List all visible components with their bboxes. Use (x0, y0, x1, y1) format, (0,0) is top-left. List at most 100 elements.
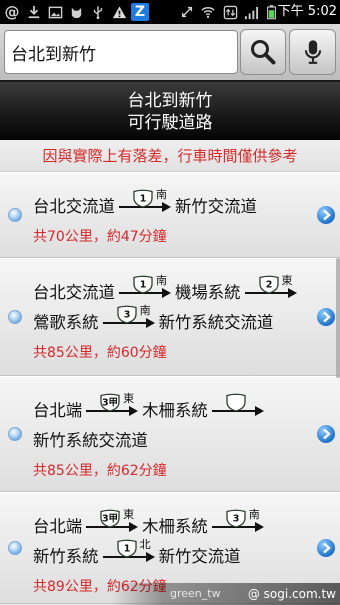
status-bar: @ Z 下午 5:02 (0, 0, 340, 24)
warning-icon (110, 3, 128, 21)
scrollbar-thumb[interactable] (336, 258, 340, 378)
road-number: 2 (265, 280, 272, 291)
road-direction: 南 (155, 188, 167, 201)
chevron-right-icon[interactable] (317, 539, 335, 557)
route-summary: 共85公里，約60分鐘 (33, 345, 167, 361)
search-bar (0, 24, 340, 82)
route-item[interactable]: 台北交流道 1 南 新竹交流道 共70公里，約47分鐘 (0, 172, 340, 258)
sync-icon (178, 3, 196, 21)
route-item[interactable]: 台北端 3甲 東 木柵系統 新竹系統交流道 共85公里，約62分鐘 (0, 376, 340, 492)
arrow-head-icon (129, 406, 139, 416)
disclaimer-notice: 因與實際上有落差，行車時間僅供參考 (0, 140, 340, 172)
road-segment: 1 北 (102, 538, 155, 568)
road-segment: 1 南 (118, 274, 171, 304)
road-direction: 東 (123, 508, 135, 521)
highway-shield-icon: 1 (133, 275, 153, 294)
chevron-right-icon[interactable] (317, 425, 335, 443)
highway-shield-icon: 3 (226, 509, 246, 528)
chevron-right-icon[interactable] (317, 308, 335, 326)
route-item[interactable]: 台北交流道 1 南 機場系統 2 東 鶯歌系統 3 南 新竹系統交流道 共85公… (0, 258, 340, 376)
page-header: 台北到新竹 可行駛道路 (0, 82, 340, 140)
clock-time: 下午 5:02 (277, 4, 337, 19)
route-place: 新竹系統交流道 (33, 431, 148, 450)
chevron-right-icon[interactable] (317, 206, 335, 224)
road-segment: 3 南 (102, 304, 155, 334)
route-row: 新竹系統 1 北 新竹交流道 (33, 538, 311, 568)
road-segment: 3甲 東 (86, 508, 139, 538)
arrow-head-icon (161, 288, 171, 298)
watermark-site: @ sogi.com.tw (247, 587, 336, 601)
arrow-head-icon (145, 318, 155, 328)
arrow-head-icon (161, 202, 171, 212)
magnifier-icon (251, 40, 276, 65)
arrow-head-icon (145, 552, 155, 562)
route-place: 新竹交流道 (174, 197, 257, 216)
watermark-author: green_tw (170, 587, 221, 600)
route-place: 台北端 (33, 517, 83, 536)
arrow-head-icon (254, 406, 264, 416)
arrow-head-icon (129, 522, 139, 532)
route-content: 台北交流道 1 南 機場系統 2 東 鶯歌系統 3 南 新竹系統交流道 共85公… (33, 274, 311, 364)
cat-icon (67, 3, 85, 21)
route-place: 木柵系統 (142, 401, 208, 420)
highway-shield-icon: 2 (258, 275, 279, 294)
highway-shield-icon: 1 (116, 539, 137, 558)
microphone-icon (304, 40, 321, 64)
at-icon: @ (4, 3, 20, 21)
route-row: 鶯歌系統 3 南 新竹系統交流道 (33, 304, 311, 334)
route-place: 新竹系統 (33, 547, 99, 566)
z-app-icon: Z (131, 3, 149, 21)
highway-shield-icon: 3甲 (100, 393, 120, 412)
route-summary: 共85公里，約62分鐘 (33, 463, 167, 479)
road-number: 1 (140, 194, 147, 205)
route-bullet-icon (8, 541, 22, 555)
route-row: 台北端 3甲 東 木柵系統 3 南 (33, 508, 311, 538)
road-number: 3甲 (102, 514, 118, 525)
route-row: 新竹系統交流道 (33, 422, 311, 452)
route-bullet-icon (8, 310, 22, 324)
route-place: 台北交流道 (33, 283, 115, 302)
arrow-head-icon (254, 522, 264, 532)
road-direction: 南 (155, 274, 167, 287)
route-row: 台北交流道 1 南 新竹交流道 (33, 188, 311, 218)
road-direction: 南 (139, 304, 151, 317)
voice-search-button[interactable] (289, 29, 336, 75)
road-number: 3 (123, 310, 130, 321)
highway-shield-icon: 3甲 (100, 509, 120, 528)
route-place: 新竹交流道 (158, 547, 241, 566)
road-segment: 3 南 (211, 508, 264, 538)
watermark: green_tw @ sogi.com.tw (112, 583, 340, 605)
page-subtitle: 可行駛道路 (127, 113, 213, 133)
route-place: 台北端 (33, 401, 83, 420)
highway-shield-icon (226, 393, 246, 412)
usb-icon (89, 3, 107, 21)
road-number: 3甲 (102, 398, 118, 409)
route-bullet-icon (8, 427, 22, 441)
signal-icon (242, 3, 260, 21)
road-segment (211, 392, 264, 422)
page-title: 台北到新竹 (127, 91, 213, 111)
wifi-icon (199, 3, 217, 21)
arrow-head-icon (287, 288, 297, 298)
search-button[interactable] (240, 29, 286, 75)
route-place: 鶯歌系統 (33, 313, 99, 332)
route-place: 新竹系統交流道 (158, 313, 274, 332)
route-bullet-icon (8, 208, 22, 222)
search-input[interactable] (4, 30, 238, 74)
route-place: 機場系統 (174, 283, 241, 302)
route-place: 木柵系統 (142, 517, 208, 536)
road-number: 3 (232, 514, 239, 525)
image-icon (46, 3, 64, 21)
route-summary: 共70公里，約47分鐘 (33, 229, 167, 245)
route-row: 台北交流道 1 南 機場系統 2 東 (33, 274, 311, 304)
road-direction: 東 (281, 274, 293, 287)
road-segment: 1 南 (118, 188, 171, 218)
data-icon (221, 3, 239, 21)
highway-shield-icon: 1 (133, 189, 153, 208)
road-segment: 3甲 東 (86, 392, 139, 422)
highway-shield-icon: 3 (116, 305, 137, 324)
route-place: 台北交流道 (33, 197, 115, 216)
road-direction: 南 (248, 508, 260, 521)
route-content: 台北端 3甲 東 木柵系統 新竹系統交流道 共85公里，約62分鐘 (33, 392, 311, 482)
route-list: 台北交流道 1 南 新竹交流道 共70公里，約47分鐘 台北交流道 1 南 機場… (0, 172, 340, 605)
